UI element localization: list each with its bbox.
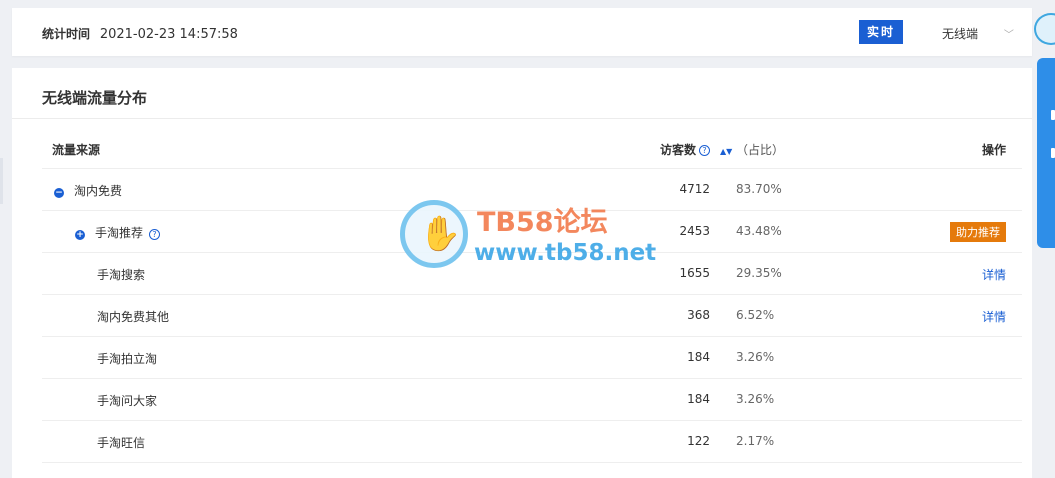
row-source-label: 手淘推荐 <box>95 226 144 240</box>
header-visitors-label: 访客数 <box>660 143 697 157</box>
row-ratio: 6.52% <box>736 308 775 322</box>
watermark-title: TB58论坛 <box>477 207 608 238</box>
table-header: 流量来源 访客数? ▲▼ （占比） 操作 <box>42 126 1022 169</box>
row-visitors: 2453 <box>679 224 710 238</box>
table-row: 手淘拍立淘 184 3.26% <box>42 337 1022 379</box>
row-source: + 手淘推荐? <box>75 224 161 241</box>
side-toolbar-marker <box>1051 110 1055 120</box>
row-visitors: 368 <box>687 308 710 322</box>
device-select[interactable]: 无线端 ﹀ <box>942 25 1014 42</box>
row-source: − 淘内免费 <box>54 182 122 199</box>
realtime-button[interactable]: 实时 <box>859 20 903 44</box>
row-source-label: 淘内免费 <box>74 184 123 198</box>
row-visitors: 184 <box>687 350 710 364</box>
row-op: 助力推荐 <box>950 222 1006 242</box>
device-select-value: 无线端 <box>942 27 979 41</box>
row-source: 手淘问大家 <box>97 394 158 408</box>
row-source: 手淘旺信 <box>97 436 146 450</box>
traffic-table: 流量来源 访客数? ▲▼ （占比） 操作 − 淘内免费 4712 83.70% + 手… <box>42 126 1022 463</box>
side-toolbar-marker <box>1051 148 1055 158</box>
table-row: 手淘问大家 184 3.26% <box>42 379 1022 421</box>
stat-time: 统计时间 2021-02-23 14:57:58 <box>42 25 238 42</box>
row-visitors: 4712 <box>679 182 710 196</box>
left-scroll-strip <box>0 158 3 204</box>
row-ratio: 29.35% <box>736 266 782 280</box>
assistant-avatar[interactable] <box>1034 13 1055 45</box>
watermark: ✋ TB58论坛 www.tb58.net <box>400 200 670 280</box>
boost-recommend-button[interactable]: 助力推荐 <box>950 222 1006 242</box>
side-toolbar[interactable] <box>1037 58 1055 248</box>
row-source: 手淘拍立淘 <box>97 352 158 366</box>
sort-icon[interactable]: ▲▼ <box>720 147 732 156</box>
question-circle-icon[interactable]: ? <box>149 229 161 240</box>
row-source: 淘内免费其他 <box>97 310 170 324</box>
watermark-url: www.tb58.net <box>474 240 657 266</box>
stat-time-label: 统计时间 <box>42 27 91 41</box>
row-ratio: 3.26% <box>736 392 775 406</box>
row-visitors: 1655 <box>679 266 710 280</box>
row-ratio: 3.26% <box>736 350 775 364</box>
detail-link[interactable]: 详情 <box>982 308 1006 325</box>
header-visitors[interactable]: 访客数? ▲▼ <box>660 141 732 158</box>
minus-circle-icon[interactable]: − <box>54 188 64 198</box>
chevron-down-icon: ﹀ <box>1003 30 1014 41</box>
header-source: 流量来源 <box>52 143 101 157</box>
card-title: 无线端流量分布 <box>42 89 148 107</box>
detail-link[interactable]: 详情 <box>982 266 1006 283</box>
row-source: 手淘搜索 <box>97 268 146 282</box>
stat-time-bar: 统计时间 2021-02-23 14:57:58 实时 无线端 ﹀ <box>12 8 1032 56</box>
row-ratio: 43.48% <box>736 224 782 238</box>
watermark-logo: ✋ <box>400 200 468 268</box>
divider <box>12 118 1032 119</box>
row-ratio: 2.17% <box>736 434 775 448</box>
hand-icon: ✋ <box>419 214 462 254</box>
header-ratio: （占比） <box>736 143 785 157</box>
plus-circle-icon[interactable]: + <box>75 230 85 240</box>
question-circle-icon[interactable]: ? <box>699 145 711 156</box>
header-op: 操作 <box>981 143 1006 157</box>
table-row: 手淘旺信 122 2.17% <box>42 421 1022 463</box>
row-visitors: 122 <box>687 434 710 448</box>
table-row: 淘内免费其他 368 6.52% 详情 <box>42 295 1022 337</box>
row-visitors: 184 <box>687 392 710 406</box>
row-ratio: 83.70% <box>736 182 782 196</box>
stat-time-value: 2021-02-23 14:57:58 <box>99 27 238 42</box>
